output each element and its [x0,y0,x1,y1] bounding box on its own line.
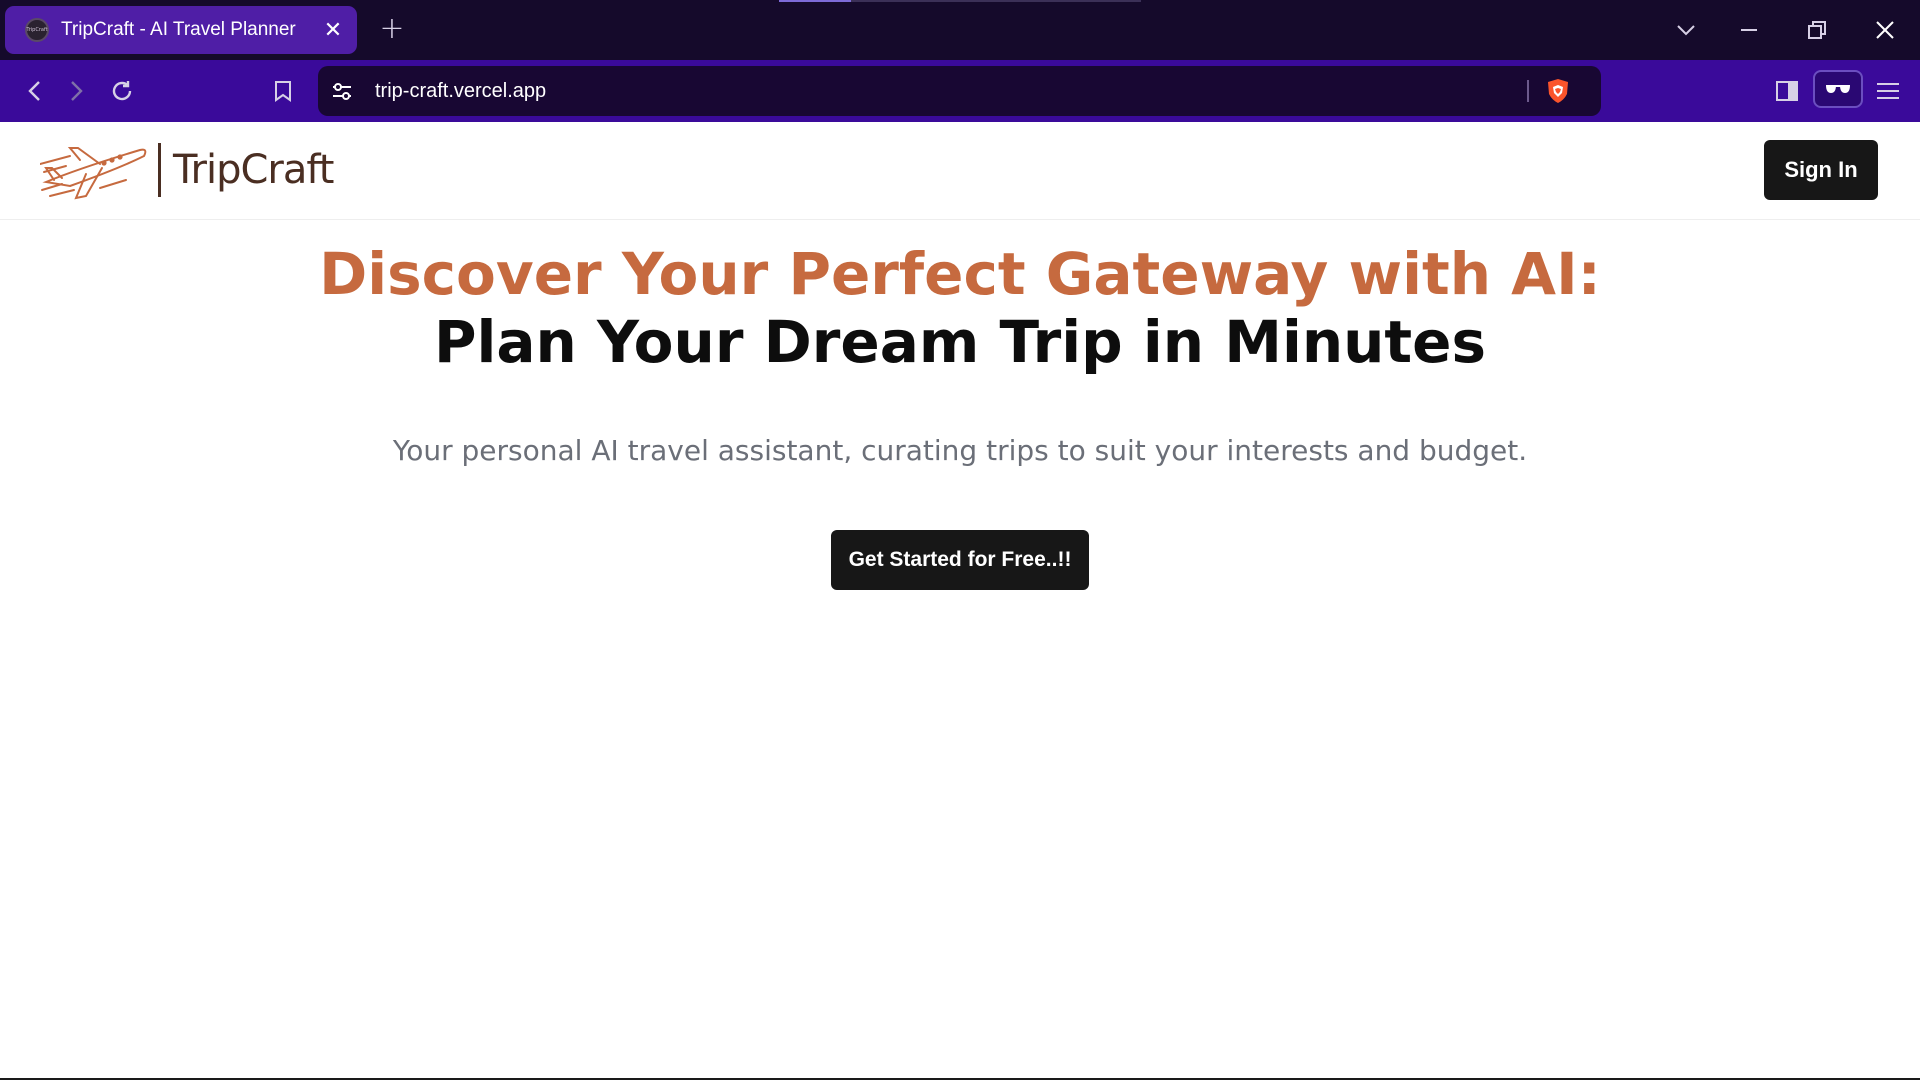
tab-title: TripCraft - AI Travel Planner [61,19,296,40]
tab-drag-track [851,0,1141,2]
reload-icon[interactable] [105,74,139,108]
back-icon[interactable] [17,74,51,108]
tab-drag-indicator [779,0,851,2]
minimize-icon[interactable] [1733,14,1765,46]
site-favicon: TripCraft [25,18,49,42]
page-viewport: TripCraft Sign In Discover Your Perfect … [0,122,1920,1080]
close-icon[interactable] [1869,14,1901,46]
sidebar-icon[interactable] [1770,74,1804,108]
hero-title-line1: Discover Your Perfect Gateway with AI: [319,240,1601,308]
bookmark-icon[interactable] [266,74,300,108]
address-bar[interactable]: trip-craft.vercel.app [318,66,1601,116]
favicon-text: TripCraft [26,27,48,33]
site-settings-icon[interactable] [330,79,354,108]
tab-search-icon[interactable] [1670,14,1702,46]
sign-in-button[interactable]: Sign In [1764,140,1878,200]
hero-title-line2: Plan Your Dream Trip in Minutes [434,308,1486,376]
hero-heading: Discover Your Perfect Gateway with AI: P… [0,240,1920,376]
menu-icon[interactable] [1871,74,1905,108]
brave-shield-icon[interactable] [1544,77,1572,105]
logo-divider [158,143,161,197]
get-started-button[interactable]: Get Started for Free..!! [831,530,1089,590]
airplane-logo-icon [40,147,147,200]
hero-subtitle: Your personal AI travel assistant, curat… [392,434,1528,467]
wallet-icon[interactable] [1813,70,1863,108]
site-logo[interactable]: TripCraft [40,138,334,202]
new-tab-button[interactable]: + [374,12,410,48]
tab-close-icon[interactable]: ✕ [321,18,345,43]
browser-tab-active[interactable]: TripCraft TripCraft - AI Travel Planner … [5,6,357,54]
url-text: trip-craft.vercel.app [375,80,547,102]
restore-icon[interactable] [1801,14,1833,46]
site-header: TripCraft Sign In [0,122,1920,220]
browser-tabstrip: TripCraft TripCraft - AI Travel Planner … [0,0,1920,60]
url-separator [1527,80,1529,102]
forward-icon[interactable] [60,74,94,108]
logo-text: TripCraft [173,147,334,193]
browser-toolbar: trip-craft.vercel.app [0,60,1920,122]
